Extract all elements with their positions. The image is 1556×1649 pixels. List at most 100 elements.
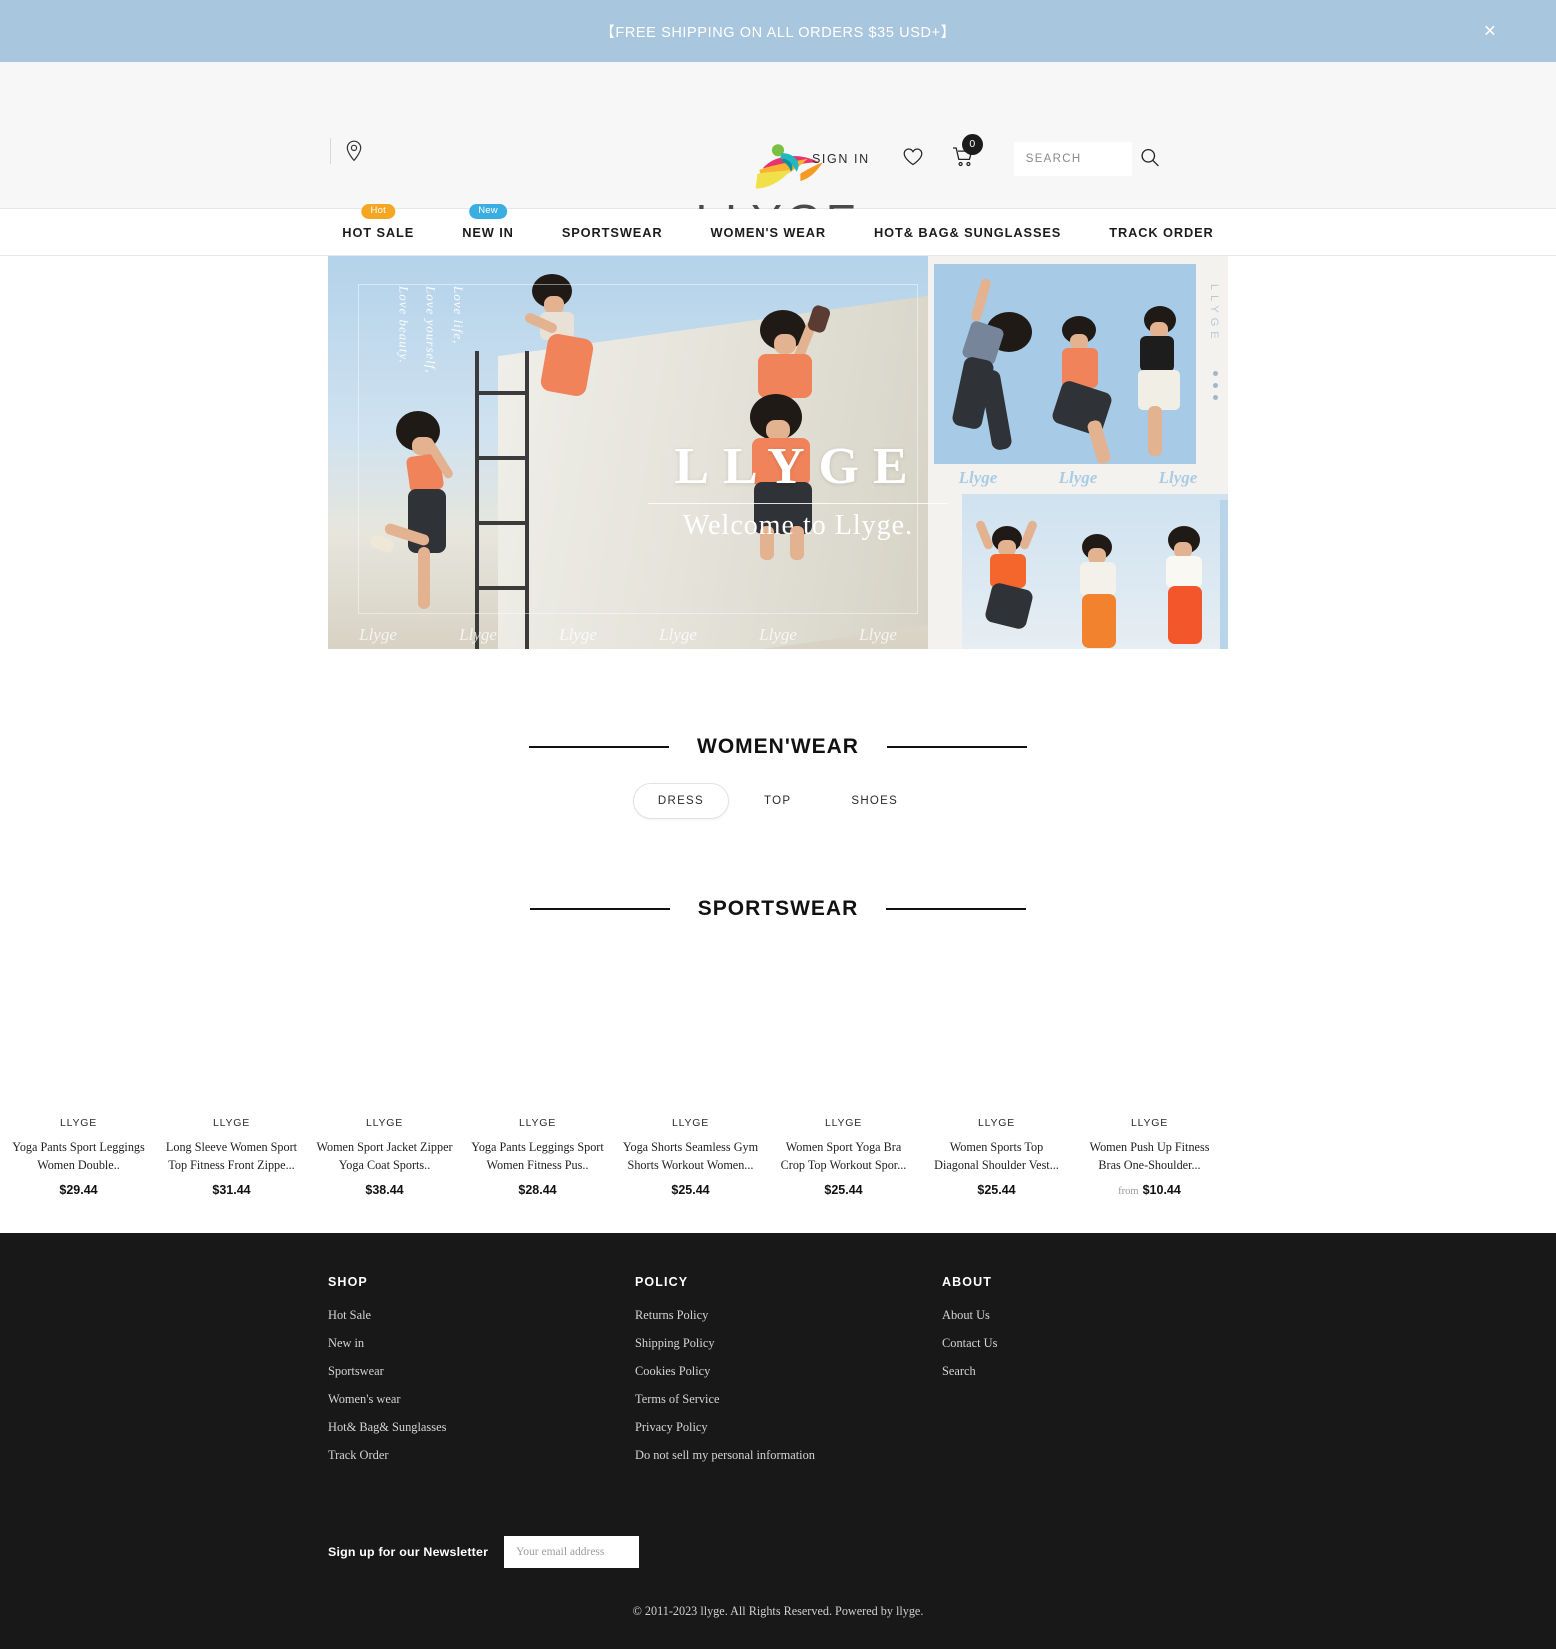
- tab-top[interactable]: TOP: [739, 783, 816, 819]
- footer-link-hot-sale[interactable]: Hot Sale: [328, 1308, 635, 1323]
- footer-link-womens-wear[interactable]: Women's wear: [328, 1392, 635, 1407]
- product-price-value: $25.44: [824, 1183, 863, 1197]
- newsletter-label: Sign up for our Newsletter: [328, 1545, 489, 1559]
- hero-carousel-dots[interactable]: [1213, 371, 1218, 400]
- location-pin-icon[interactable]: [345, 140, 363, 162]
- product-image[interactable]: [314, 947, 455, 1117]
- product-price-prefix: from: [1118, 1186, 1139, 1197]
- product-card[interactable]: LLYGE Women Sport Yoga Bra Crop Top Work…: [767, 947, 920, 1197]
- site-header: LLYGE SIGN IN 0: [0, 62, 1556, 244]
- nav-list: Hot HOT SALE New NEW IN SPORTSWEAR WOMEN…: [318, 203, 1237, 240]
- product-price: $31.44: [161, 1183, 302, 1197]
- copyright-text: © 2011-2023 llyge. All Rights Reserved. …: [632, 1604, 924, 1618]
- nav-item-sportswear[interactable]: SPORTSWEAR: [538, 225, 687, 240]
- hero-watermark: Llyge: [1158, 468, 1198, 487]
- heart-icon[interactable]: [902, 147, 924, 172]
- product-price: from $10.44: [1079, 1183, 1220, 1197]
- product-image[interactable]: [926, 947, 1067, 1117]
- cart-button[interactable]: 0: [952, 133, 983, 173]
- nav-badge-hot: Hot: [361, 203, 395, 219]
- nav-item-hot-sale[interactable]: Hot HOT SALE: [318, 203, 438, 240]
- hero-side-brand: LLYGE: [1208, 284, 1220, 344]
- hero-banner[interactable]: Love life, Love yourself, Love beauty. L…: [328, 256, 1228, 649]
- footer-link-hot-bag-sunglasses[interactable]: Hot& Bag& Sunglasses: [328, 1420, 635, 1435]
- nav-item-womens-wear[interactable]: WOMEN'S WEAR: [687, 225, 851, 240]
- product-card[interactable]: LLYGE Women Sport Jacket Zipper Yoga Coa…: [308, 947, 461, 1197]
- footer-link-terms-of-service[interactable]: Terms of Service: [635, 1392, 942, 1407]
- product-title[interactable]: Yoga Shorts Seamless Gym Shorts Workout …: [620, 1139, 761, 1175]
- product-image[interactable]: [8, 947, 149, 1117]
- close-icon[interactable]: ×: [1484, 21, 1496, 42]
- tab-dress[interactable]: DRESS: [632, 783, 729, 819]
- product-title[interactable]: Yoga Pants Leggings Sport Women Fitness …: [467, 1139, 608, 1175]
- hero-dot-2[interactable]: [1213, 383, 1218, 388]
- sportswear-heading: SPORTSWEAR: [0, 897, 1556, 921]
- footer-link-do-not-sell[interactable]: Do not sell my personal information: [635, 1448, 942, 1463]
- header-divider: [330, 138, 331, 164]
- footer-column-about: ABOUT About Us Contact Us Search: [942, 1275, 1249, 1476]
- product-image[interactable]: [1079, 947, 1220, 1117]
- hero-image-right: Llyge Llyge Llyge LLYGE: [928, 256, 1228, 649]
- nav-item-hot-bag-sunglasses[interactable]: HOT& BAG& SUNGLASSES: [850, 225, 1085, 240]
- product-brand: LLYGE: [671, 1117, 710, 1129]
- footer-columns: SHOP Hot Sale New in Sportswear Women's …: [0, 1275, 1556, 1476]
- footer-link-privacy-policy[interactable]: Privacy Policy: [635, 1420, 942, 1435]
- product-card[interactable]: LLYGE Yoga Shorts Seamless Gym Shorts Wo…: [614, 947, 767, 1197]
- product-card[interactable]: LLYGE Yoga Pants Sport Leggings Women Do…: [2, 947, 155, 1197]
- hero-dot-1[interactable]: [1213, 371, 1218, 376]
- product-card[interactable]: LLYGE Long Sleeve Women Sport Top Fitnes…: [155, 947, 308, 1197]
- product-brand: LLYGE: [59, 1117, 98, 1129]
- footer-link-about-us[interactable]: About Us: [942, 1308, 1249, 1323]
- product-title[interactable]: Long Sleeve Women Sport Top Fitness Fron…: [161, 1139, 302, 1175]
- nav-item-track-order[interactable]: TRACK ORDER: [1085, 225, 1237, 240]
- product-title[interactable]: Women Sports Top Diagonal Shoulder Vest.…: [926, 1139, 1067, 1175]
- product-image[interactable]: [773, 947, 914, 1117]
- search-input[interactable]: [1013, 142, 1132, 176]
- product-image[interactable]: [161, 947, 302, 1117]
- womenswear-tabs: DRESS TOP SHOES: [0, 783, 1556, 819]
- hero-panel-watermarks: Llyge Llyge Llyge: [928, 468, 1228, 488]
- product-brand: LLYGE: [365, 1117, 404, 1129]
- product-price: $25.44: [773, 1183, 914, 1197]
- product-card[interactable]: LLYGE Women Sports Top Diagonal Shoulder…: [920, 947, 1073, 1197]
- product-image[interactable]: [620, 947, 761, 1117]
- tab-shoes[interactable]: SHOES: [826, 783, 923, 819]
- sign-in-link[interactable]: SIGN IN: [812, 152, 870, 166]
- main-navigation: Hot HOT SALE New NEW IN SPORTSWEAR WOMEN…: [0, 203, 1556, 256]
- product-card[interactable]: LLYGE Yoga Pants Leggings Sport Women Fi…: [461, 947, 614, 1197]
- womenswear-title: WOMEN'WEAR: [697, 735, 859, 758]
- product-price: $29.44: [8, 1183, 149, 1197]
- product-title[interactable]: Women Sport Jacket Zipper Yoga Coat Spor…: [314, 1139, 455, 1175]
- product-title[interactable]: Yoga Pants Sport Leggings Women Double..: [8, 1139, 149, 1175]
- product-title[interactable]: Women Sport Yoga Bra Crop Top Workout Sp…: [773, 1139, 914, 1175]
- footer-link-returns-policy[interactable]: Returns Policy: [635, 1308, 942, 1323]
- nav-item-new-in[interactable]: New NEW IN: [438, 203, 538, 240]
- product-title[interactable]: Women Push Up Fitness Bras One-Shoulder.…: [1079, 1139, 1220, 1175]
- newsletter-email-input[interactable]: [504, 1536, 640, 1568]
- product-card[interactable]: LLYGE Women Push Up Fitness Bras One-Sho…: [1073, 947, 1226, 1197]
- product-brand: LLYGE: [1130, 1117, 1169, 1129]
- product-price-value: $29.44: [59, 1183, 98, 1197]
- product-price: $28.44: [467, 1183, 608, 1197]
- footer-link-shipping-policy[interactable]: Shipping Policy: [635, 1336, 942, 1351]
- footer-link-sportswear[interactable]: Sportswear: [328, 1364, 635, 1379]
- sportswear-title: SPORTSWEAR: [697, 897, 859, 920]
- hero-dot-3[interactable]: [1213, 395, 1218, 400]
- nav-label: HOT SALE: [342, 224, 415, 240]
- hero-panel-jump: [962, 494, 1228, 649]
- footer-link-new-in[interactable]: New in: [328, 1336, 635, 1351]
- footer-link-search[interactable]: Search: [942, 1364, 1249, 1379]
- search-icon[interactable]: [1140, 148, 1160, 171]
- location-selector[interactable]: [330, 138, 363, 164]
- search-box[interactable]: [1013, 142, 1159, 176]
- footer-link-track-order[interactable]: Track Order: [328, 1448, 635, 1463]
- footer-link-contact-us[interactable]: Contact Us: [942, 1336, 1249, 1351]
- nav-badge-new: New: [469, 203, 507, 219]
- product-price-value: $31.44: [212, 1183, 251, 1197]
- announcement-bar: 【FREE SHIPPING ON ALL ORDERS $35 USD+】 ×: [0, 0, 1556, 62]
- product-price-value: $25.44: [671, 1183, 710, 1197]
- hero-figure-climber: [368, 411, 456, 621]
- product-image[interactable]: [467, 947, 608, 1117]
- hero-watermark: Llyge: [1058, 468, 1098, 487]
- footer-link-cookies-policy[interactable]: Cookies Policy: [635, 1364, 942, 1379]
